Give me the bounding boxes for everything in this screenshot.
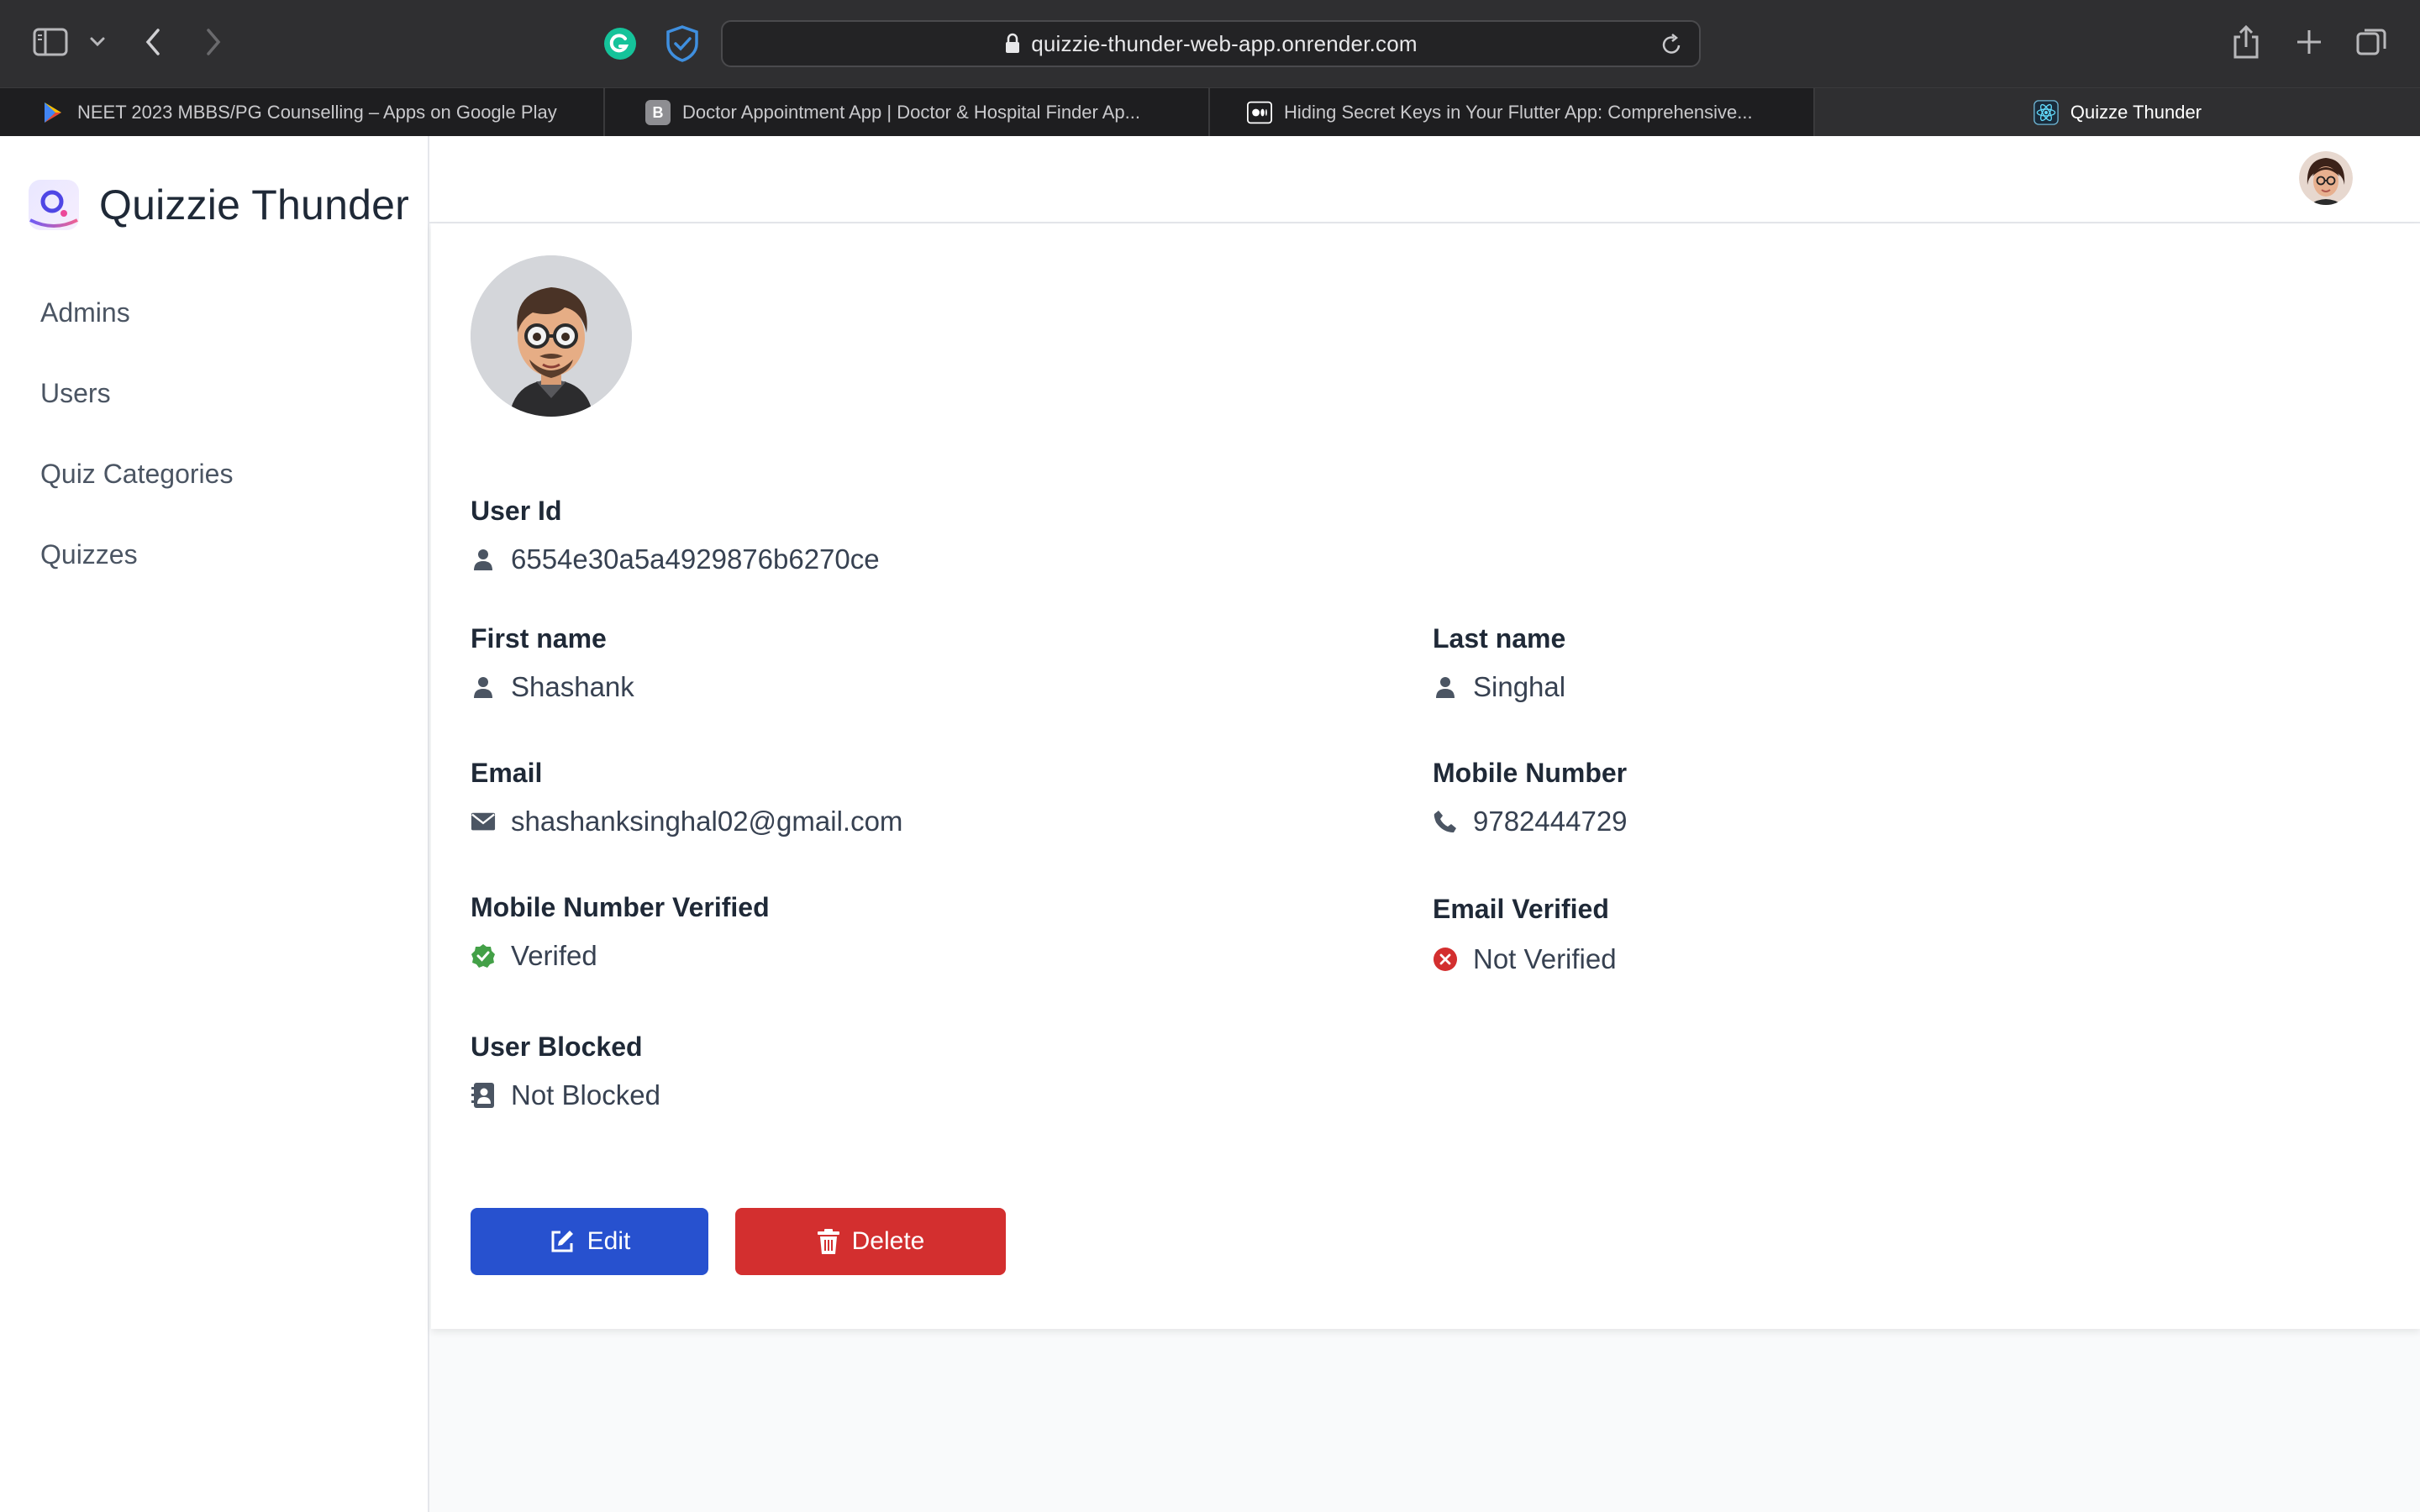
- field-label: Email: [471, 758, 543, 788]
- tab-title: Doctor Appointment App | Doctor & Hospit…: [682, 102, 1140, 123]
- field-label: Mobile Number Verified: [471, 892, 770, 922]
- forward-icon[interactable]: [198, 25, 227, 59]
- tab-quizze-thunder[interactable]: Quizze Thunder: [1815, 88, 2420, 137]
- sidebar-toggle-icon[interactable]: [32, 25, 69, 59]
- field-mobile-verified: Mobile Number Verified Verifed: [471, 890, 770, 974]
- delete-button[interactable]: Delete: [735, 1208, 1006, 1275]
- tab-flutter-article[interactable]: Hiding Secret Keys in Your Flutter App: …: [1247, 88, 1815, 137]
- grammarly-icon[interactable]: [602, 25, 639, 62]
- b-letter-icon: B: [645, 100, 671, 125]
- field-email: Email shashanksinghal02@gmail.com: [471, 756, 902, 840]
- tab-title: Hiding Secret Keys in Your Flutter App: …: [1284, 102, 1753, 123]
- user-icon: [1433, 675, 1458, 700]
- last-name-value: Singhal: [1473, 671, 1566, 702]
- first-name-value: Shashank: [511, 671, 634, 702]
- url-text: quizzie-thunder-web-app.onrender.com: [1031, 30, 1418, 56]
- field-user-id: User Id 6554e30a5a4929876b6270ce: [471, 494, 880, 578]
- react-icon: [2033, 100, 2059, 125]
- sidebar-item-users[interactable]: Users: [40, 376, 233, 457]
- reload-icon[interactable]: [1660, 32, 1684, 57]
- sidebar-nav: Admins Users Quiz Categories Quizzes: [40, 296, 233, 618]
- field-label: Mobile Number: [1433, 758, 1628, 788]
- field-label: First name: [471, 623, 607, 654]
- field-label: Email Verified: [1433, 894, 1609, 924]
- google-play-icon: [40, 100, 66, 125]
- app-logo-icon: [29, 180, 79, 230]
- lock-icon: [1006, 33, 1020, 53]
- blocked-value: Not Blocked: [511, 1079, 660, 1110]
- user-id-value: 6554e30a5a4929876b6270ce: [511, 543, 880, 575]
- trash-icon: [817, 1229, 839, 1254]
- field-user-blocked: User Blocked Not Blocked: [471, 1030, 660, 1114]
- verified-badge-icon: [471, 943, 496, 969]
- delete-button-label: Delete: [851, 1227, 925, 1255]
- sidebar: Quizzie Thunder Admins Users Quiz Catego…: [0, 136, 429, 1512]
- tab-google-play[interactable]: NEET 2023 MBBS/PG Counselling – Apps on …: [40, 88, 605, 137]
- share-icon[interactable]: [2230, 24, 2262, 60]
- tab-strip: NEET 2023 MBBS/PG Counselling – Apps on …: [0, 87, 2420, 137]
- user-avatar: [471, 255, 632, 417]
- brand-name: Quizzie Thunder: [99, 181, 409, 228]
- user-icon: [471, 675, 496, 700]
- field-last-name: Last name Singhal: [1433, 622, 1565, 706]
- browser-toolbar: quizzie-thunder-web-app.onrender.com: [0, 0, 2420, 87]
- field-label: User Id: [471, 496, 562, 526]
- address-bar[interactable]: quizzie-thunder-web-app.onrender.com: [721, 20, 1701, 67]
- field-email-verified: Email Verified Not Verified: [1433, 892, 1617, 978]
- medium-icon: [1247, 100, 1272, 125]
- sidebar-item-quizzes[interactable]: Quizzes: [40, 538, 233, 618]
- field-first-name: First name Shashank: [471, 622, 634, 706]
- edit-button[interactable]: Edit: [471, 1208, 708, 1275]
- mobile-value: 9782444729: [1473, 806, 1628, 837]
- email-value: shashanksinghal02@gmail.com: [511, 806, 903, 837]
- cancel-circle-icon: [1433, 947, 1458, 972]
- tab-overview-icon[interactable]: [2354, 25, 2388, 59]
- user-icon: [471, 547, 496, 572]
- field-mobile-number: Mobile Number 9782444729: [1433, 756, 1628, 840]
- sidebar-item-quiz-categories[interactable]: Quiz Categories: [40, 457, 233, 538]
- sidebar-item-admins[interactable]: Admins: [40, 296, 233, 376]
- envelope-icon: [471, 809, 496, 834]
- back-icon[interactable]: [139, 25, 168, 59]
- field-label: User Blocked: [471, 1032, 643, 1062]
- chevron-down-icon[interactable]: [87, 32, 108, 52]
- tab-doctor-appointment[interactable]: B Doctor Appointment App | Doctor & Hosp…: [645, 88, 1210, 137]
- email-verified-value: Not Verified: [1473, 943, 1617, 974]
- tab-title: Quizze Thunder: [2070, 102, 2202, 123]
- bitwarden-shield-icon[interactable]: [664, 24, 701, 64]
- brand[interactable]: Quizzie Thunder: [27, 178, 409, 232]
- contact-book-icon: [471, 1083, 496, 1108]
- mobile-verified-value: Verifed: [511, 940, 597, 971]
- edit-icon: [551, 1231, 573, 1252]
- tab-title: NEET 2023 MBBS/PG Counselling – Apps on …: [77, 102, 557, 123]
- top-bar: [429, 136, 2420, 223]
- field-label: Last name: [1433, 623, 1566, 654]
- edit-button-label: Edit: [587, 1227, 631, 1255]
- phone-icon: [1433, 809, 1458, 834]
- account-avatar[interactable]: [2299, 151, 2353, 205]
- new-tab-icon[interactable]: [2292, 25, 2326, 59]
